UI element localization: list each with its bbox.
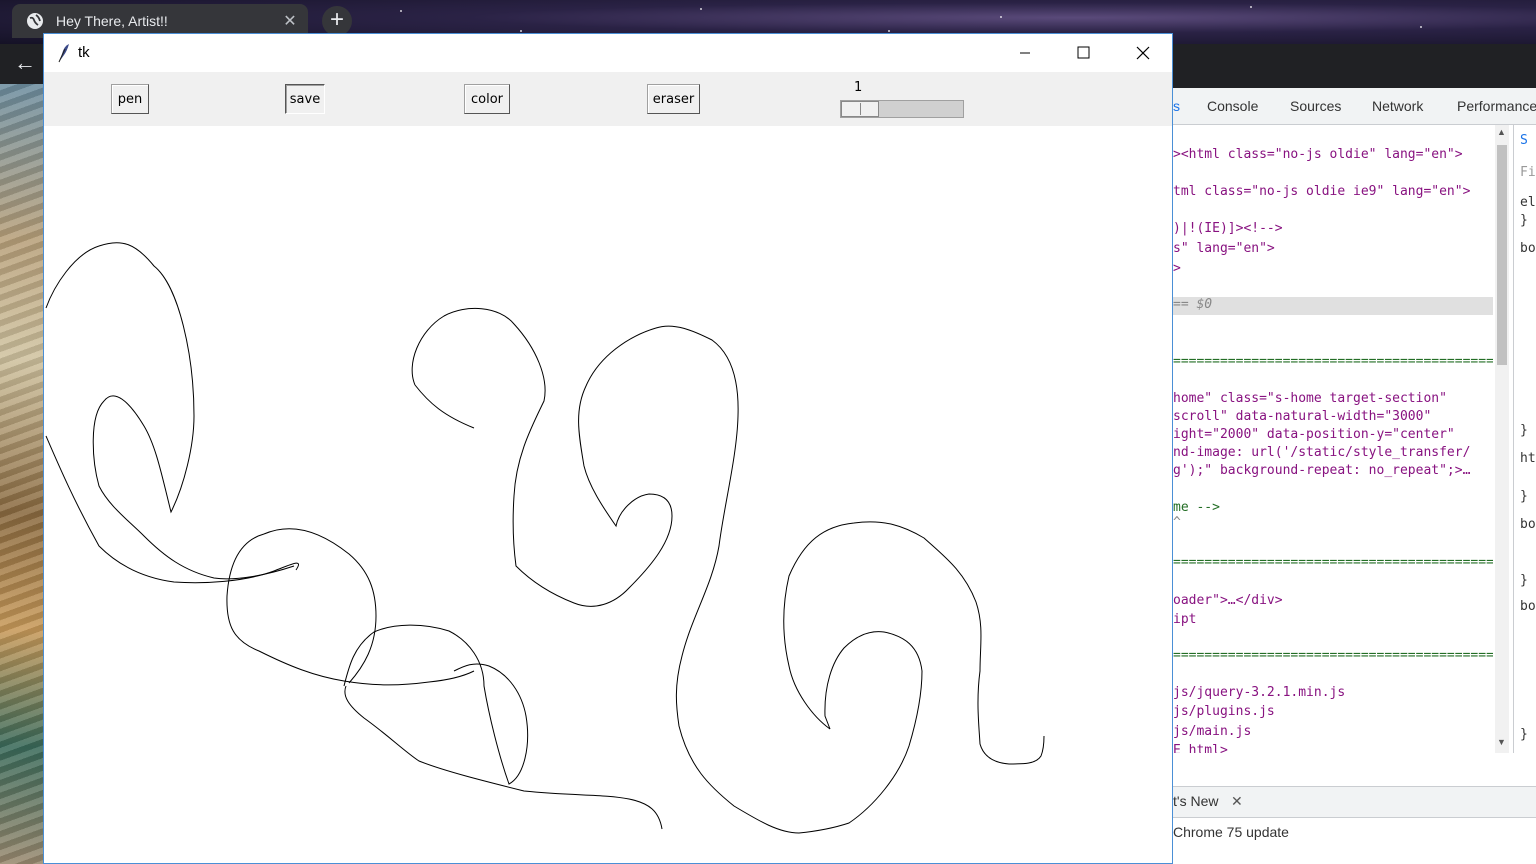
- code-line[interactable]: home" class="s-home target-section": [1173, 391, 1447, 406]
- drawing-canvas[interactable]: [44, 126, 1172, 863]
- star: [520, 30, 522, 32]
- pen-button[interactable]: pen: [111, 84, 149, 114]
- drawer-tabbar: t's New ✕: [1173, 786, 1536, 818]
- style-rule: }: [1520, 573, 1528, 588]
- drawn-stroke: [343, 624, 529, 785]
- styles-pane: S Fi el } bo } ht } bo } bo } bo: [1513, 125, 1536, 753]
- tab-console[interactable]: Console: [1207, 98, 1258, 114]
- style-rule: }: [1520, 489, 1528, 504]
- style-rule: ht: [1520, 451, 1536, 466]
- style-rule: bo: [1520, 241, 1536, 256]
- devtools-panel: s Console Sources Network Performance ><…: [1173, 84, 1536, 864]
- color-button[interactable]: color: [464, 84, 510, 114]
- tk-titlebar[interactable]: tk: [44, 34, 1172, 72]
- whats-new-text: Chrome 75 update: [1173, 824, 1289, 840]
- tab-whats-new[interactable]: t's New: [1173, 793, 1218, 809]
- code-line[interactable]: ipt: [1173, 612, 1196, 627]
- script-link[interactable]: js/plugins.js: [1173, 704, 1275, 719]
- code-line[interactable]: ========================================…: [1173, 648, 1493, 663]
- code-line[interactable]: g');" background-repeat: no_repeat";>…: [1173, 463, 1470, 478]
- code-line[interactable]: ight="2000" data-position-y="center": [1173, 427, 1455, 442]
- script-link[interactable]: js/jquery-3.2.1.min.js: [1173, 685, 1345, 700]
- tab-close-icon[interactable]: ✕: [278, 11, 302, 31]
- tab-elements[interactable]: s: [1173, 98, 1180, 114]
- close-icon[interactable]: [1120, 34, 1166, 72]
- code-line[interactable]: ========================================…: [1173, 354, 1493, 369]
- tab-performance[interactable]: Performance: [1457, 98, 1536, 114]
- scroll-up-icon[interactable]: ▲: [1497, 127, 1506, 137]
- script-link[interactable]: js/main.js: [1173, 724, 1251, 739]
- devtools-tabbar: s Console Sources Network Performance: [1173, 88, 1536, 125]
- feather-icon: [58, 44, 69, 63]
- scroll-down-icon[interactable]: ▼: [1497, 737, 1506, 747]
- window-title: tk: [78, 44, 90, 61]
- save-button[interactable]: save: [285, 84, 325, 114]
- code-line[interactable]: >: [1173, 261, 1181, 276]
- tk-window: tk pen save color eraser 1: [43, 33, 1173, 864]
- tab-title: Hey There, Artist!!: [56, 13, 168, 29]
- tab-network[interactable]: Network: [1372, 98, 1423, 114]
- styles-tab[interactable]: S: [1520, 133, 1528, 148]
- style-rule: }: [1520, 213, 1528, 228]
- drawn-stroke: [45, 242, 295, 580]
- tab-sources[interactable]: Sources: [1290, 98, 1341, 114]
- drawn-stroke: [411, 307, 923, 834]
- globe-icon: [27, 13, 43, 29]
- drawn-stroke: [263, 528, 377, 684]
- minimize-icon[interactable]: [1002, 34, 1048, 72]
- brush-size-scale[interactable]: [840, 100, 964, 118]
- code-line[interactable]: oader">…</div>: [1173, 593, 1283, 608]
- code-line[interactable]: scroll" data-natural-width="3000": [1173, 409, 1431, 424]
- drawn-stroke: [414, 384, 475, 429]
- star: [1000, 16, 1002, 18]
- tk-toolbar: pen save color eraser 1: [44, 72, 1172, 126]
- elements-tree: ><html class="no-js oldie" lang="en"> tm…: [1173, 125, 1493, 753]
- star: [1420, 26, 1422, 28]
- code-line[interactable]: me -->: [1173, 500, 1220, 515]
- style-rule: bo: [1520, 599, 1536, 614]
- filter-input[interactable]: Fi: [1520, 165, 1536, 180]
- elements-scrollbar[interactable]: ▲ ▼: [1495, 125, 1509, 753]
- new-tab-button[interactable]: +: [322, 6, 352, 36]
- maximize-icon[interactable]: [1060, 34, 1106, 72]
- eraser-button[interactable]: eraser: [647, 84, 700, 114]
- back-arrow-icon[interactable]: ←: [14, 50, 36, 76]
- code-line[interactable]: E html>: [1173, 743, 1228, 753]
- code-line[interactable]: ========================================…: [1173, 555, 1493, 570]
- style-rule: }: [1520, 727, 1528, 742]
- style-rule: bo: [1520, 517, 1536, 532]
- code-line[interactable]: ^: [1173, 515, 1181, 530]
- drawn-stroke: [226, 533, 475, 686]
- scale-slider-handle[interactable]: [841, 101, 879, 117]
- selected-code-line[interactable]: == $0: [1173, 297, 1493, 315]
- code-line[interactable]: tml class="no-js oldie ie9" lang="en">: [1173, 184, 1470, 199]
- code-line[interactable]: nd-image: url('/static/style_transfer/: [1173, 445, 1470, 460]
- style-rule: }: [1520, 423, 1528, 438]
- scale-value: 1: [854, 80, 863, 95]
- drawn-stroke: [344, 685, 663, 830]
- style-rule: el: [1520, 195, 1536, 210]
- star: [888, 30, 890, 32]
- star: [400, 10, 402, 12]
- code-line[interactable]: ><html class="no-js oldie" lang="en">: [1173, 147, 1463, 162]
- scrollbar-thumb[interactable]: [1497, 145, 1507, 365]
- webpage-background-image: [0, 84, 44, 864]
- code-line[interactable]: s" lang="en">: [1173, 241, 1275, 256]
- drawer-close-icon[interactable]: ✕: [1231, 793, 1243, 810]
- star: [1250, 6, 1252, 8]
- star: [700, 8, 702, 10]
- code-line[interactable]: )|!(IE)]><!-->: [1173, 221, 1283, 236]
